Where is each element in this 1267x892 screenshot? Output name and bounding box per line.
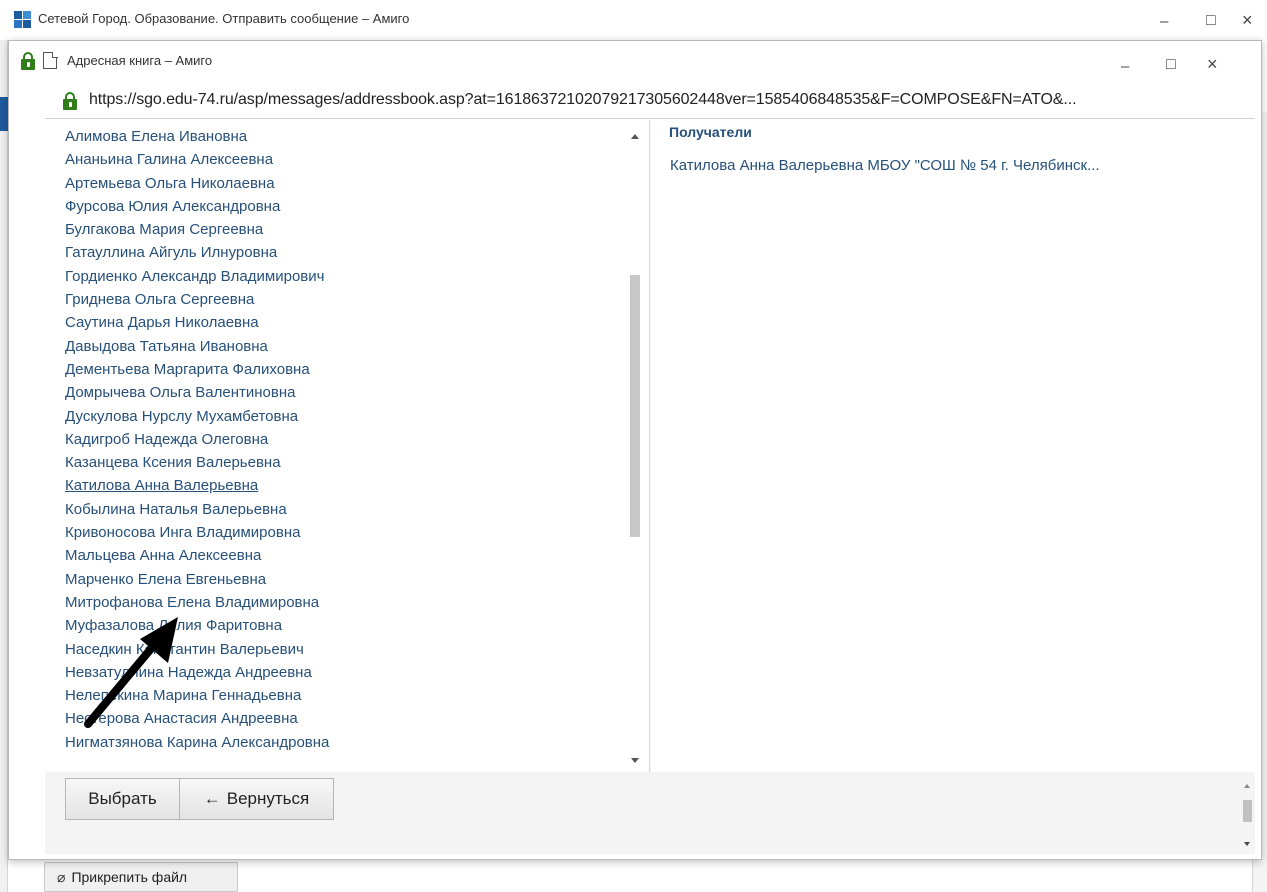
outer-maximize-button[interactable]: □ (1206, 13, 1216, 29)
contact-item[interactable]: Ананьина Галина Алексеевна (65, 148, 329, 171)
contacts-scrollbar[interactable] (627, 124, 643, 770)
app-logo-icon (14, 11, 32, 29)
address-book-content: Алимова Елена Ивановна Ананьина Галина Ал… (45, 120, 1255, 854)
contact-item[interactable]: Дускулова Нурслу Мухамбетовна (65, 405, 329, 428)
page-icon (43, 51, 58, 69)
outer-minimize-button[interactable]: – (1160, 14, 1168, 30)
content-scrollbar[interactable] (1240, 778, 1255, 854)
contact-item[interactable]: Нигматзянова Карина Александровна (65, 731, 329, 754)
outer-window-title: Сетевой Город. Образование. Отправить со… (38, 11, 410, 26)
lock-icon (21, 52, 35, 70)
select-button-label: Выбрать (88, 789, 157, 808)
back-button-label: Вернуться (226, 789, 310, 808)
recipients-panel: Получатели Катилова Анна Валерьевна МБОУ… (651, 120, 1255, 772)
contact-item[interactable]: Катилова Анна Валерьевна (65, 474, 329, 497)
outer-window-titlebar: Сетевой Город. Образование. Отправить со… (0, 0, 1267, 40)
contact-item[interactable]: Митрофанова Елена Владимировна (65, 591, 329, 614)
contact-item[interactable]: Мальцева Анна Алексеевна (65, 544, 329, 567)
contact-item[interactable]: Фурсова Юлия Александровна (65, 195, 329, 218)
popup-title: Адресная книга – Амиго (67, 53, 213, 68)
contact-item[interactable]: Гатауллина Айгуль Илнуровна (65, 241, 329, 264)
select-button[interactable]: Выбрать (65, 778, 180, 820)
popup-titlebar: Адресная книга – Амиго – □ × (9, 41, 1261, 83)
contact-item[interactable]: Наседкин Константин Валерьевич (65, 638, 329, 661)
outer-window-left-edge (0, 40, 8, 892)
contact-item[interactable]: Нелепекина Марина Геннадьевна (65, 684, 329, 707)
scroll-down-icon[interactable] (1244, 842, 1250, 846)
contact-item[interactable]: Марченко Елена Евгеньевна (65, 568, 329, 591)
contact-item[interactable]: Нестерова Анастасия Андреевна (65, 707, 329, 730)
popup-minimize-button[interactable]: – (1121, 59, 1129, 75)
scroll-up-icon[interactable] (1244, 784, 1250, 788)
popup-close-button[interactable]: × (1207, 55, 1218, 73)
contact-item[interactable]: Саутина Дарья Николаевна (65, 311, 329, 334)
contact-item[interactable]: Казанцева Ксения Валерьевна (65, 451, 329, 474)
recipient-item[interactable]: Катилова Анна Валерьевна МБОУ "СОШ № 54 … (670, 157, 1100, 174)
contact-item[interactable]: Булгакова Мария Сергеевна (65, 218, 329, 241)
back-button[interactable]: ← Вернуться (180, 778, 334, 820)
contacts-panel: Алимова Елена Ивановна Ананьина Галина Ал… (45, 120, 650, 772)
attach-file-button[interactable]: ⌀ Прикрепить файл (44, 862, 238, 892)
recipients-heading: Получатели (669, 124, 752, 140)
address-bar[interactable]: https://sgo.edu-74.ru/asp/messages/addre… (45, 83, 1255, 119)
address-book-window: Адресная книга – Амиго – □ × https://sgo… (8, 40, 1262, 860)
scroll-down-icon[interactable] (631, 758, 639, 763)
contact-item[interactable]: Гордиенко Александр Владимирович (65, 265, 329, 288)
paperclip-icon: ⌀ (57, 868, 66, 885)
contact-item[interactable]: Невзатуллина Надежда Андреевна (65, 661, 329, 684)
scrollbar-thumb[interactable] (630, 275, 640, 537)
contact-item[interactable]: Гриднева Ольга Сергеевна (65, 288, 329, 311)
contact-item[interactable]: Алимова Елена Ивановна (65, 125, 329, 148)
contact-item[interactable]: Муфазалова Лилия Фаритовна (65, 614, 329, 637)
url-text[interactable]: https://sgo.edu-74.ru/asp/messages/addre… (89, 91, 1077, 109)
dialog-buttons: Выбрать ← Вернуться (65, 778, 334, 820)
contact-item[interactable]: Дементьева Маргарита Фалиховна (65, 358, 329, 381)
lock-icon (63, 92, 77, 110)
contact-item[interactable]: Артемьева Ольга Николаевна (65, 172, 329, 195)
contact-item[interactable]: Домрычева Ольга Валентиновна (65, 381, 329, 404)
contact-item[interactable]: Кобылина Наталья Валерьевна (65, 498, 329, 521)
scroll-up-icon[interactable] (631, 134, 639, 139)
scrollbar-thumb[interactable] (1243, 800, 1252, 822)
outer-close-button[interactable]: × (1242, 11, 1253, 29)
contact-item[interactable]: Кадигроб Надежда Олеговна (65, 428, 329, 451)
contact-item[interactable]: Кривоносова Инга Владимировна (65, 521, 329, 544)
contact-item[interactable]: Давыдова Татьяна Ивановна (65, 335, 329, 358)
popup-maximize-button[interactable]: □ (1166, 57, 1176, 73)
attach-file-label: Прикрепить файл (71, 869, 188, 885)
contacts-list: Алимова Елена Ивановна Ананьина Галина Ал… (65, 125, 329, 754)
left-arrow-icon: ← (203, 789, 221, 808)
